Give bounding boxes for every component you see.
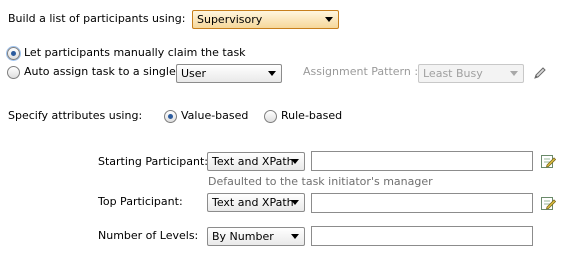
number-of-levels-type-dropdown[interactable]: By Number: [207, 227, 305, 246]
starting-participant-input[interactable]: [311, 151, 533, 171]
top-participant-label: Top Participant:: [98, 195, 183, 208]
starting-participant-label: Starting Participant:: [98, 155, 208, 168]
chevron-down-icon: [510, 71, 518, 76]
chevron-down-icon: [291, 159, 299, 164]
starting-participant-type-dropdown[interactable]: Text and XPath: [207, 152, 305, 171]
edit-note-icon[interactable]: [540, 153, 556, 169]
top-participant-input[interactable]: [311, 193, 533, 213]
auto-assign-radio[interactable]: [7, 66, 20, 79]
chevron-down-icon: [325, 17, 333, 22]
value-based-label: Value-based: [181, 109, 249, 122]
edit-pencil-icon[interactable]: [532, 65, 548, 81]
rule-based-label: Rule-based: [281, 109, 343, 122]
chevron-down-icon: [291, 234, 299, 239]
starting-participant-type-value: Text and XPath: [212, 155, 294, 168]
manual-claim-label: Let participants manually claim the task: [24, 46, 246, 59]
participants-dropdown[interactable]: Supervisory: [192, 10, 339, 29]
auto-assign-label: Auto assign task to a single: [24, 65, 176, 78]
attributes-label: Specify attributes using:: [8, 109, 143, 122]
value-based-radio[interactable]: [164, 110, 177, 123]
auto-assign-target-value: User: [181, 67, 207, 80]
participants-label: Build a list of participants using:: [8, 12, 186, 25]
number-of-levels-label: Number of Levels:: [98, 229, 199, 242]
assignment-pattern-label: Assignment Pattern :: [303, 65, 419, 78]
top-participant-type-dropdown[interactable]: Text and XPath: [207, 193, 305, 212]
auto-assign-target-dropdown[interactable]: User: [176, 64, 282, 83]
assignment-pattern-dropdown[interactable]: Least Busy: [418, 64, 524, 83]
number-of-levels-input[interactable]: [311, 226, 533, 246]
starting-participant-hint: Defaulted to the task initiator's manage…: [208, 175, 433, 188]
edit-note-icon[interactable]: [540, 195, 556, 211]
top-participant-type-value: Text and XPath: [212, 196, 294, 209]
assignment-pattern-value: Least Busy: [423, 67, 483, 80]
chevron-down-icon: [291, 200, 299, 205]
manual-claim-radio[interactable]: [7, 47, 20, 60]
number-of-levels-type-value: By Number: [212, 230, 274, 243]
participants-dropdown-value: Supervisory: [197, 13, 263, 26]
chevron-down-icon: [268, 71, 276, 76]
rule-based-radio[interactable]: [264, 110, 277, 123]
